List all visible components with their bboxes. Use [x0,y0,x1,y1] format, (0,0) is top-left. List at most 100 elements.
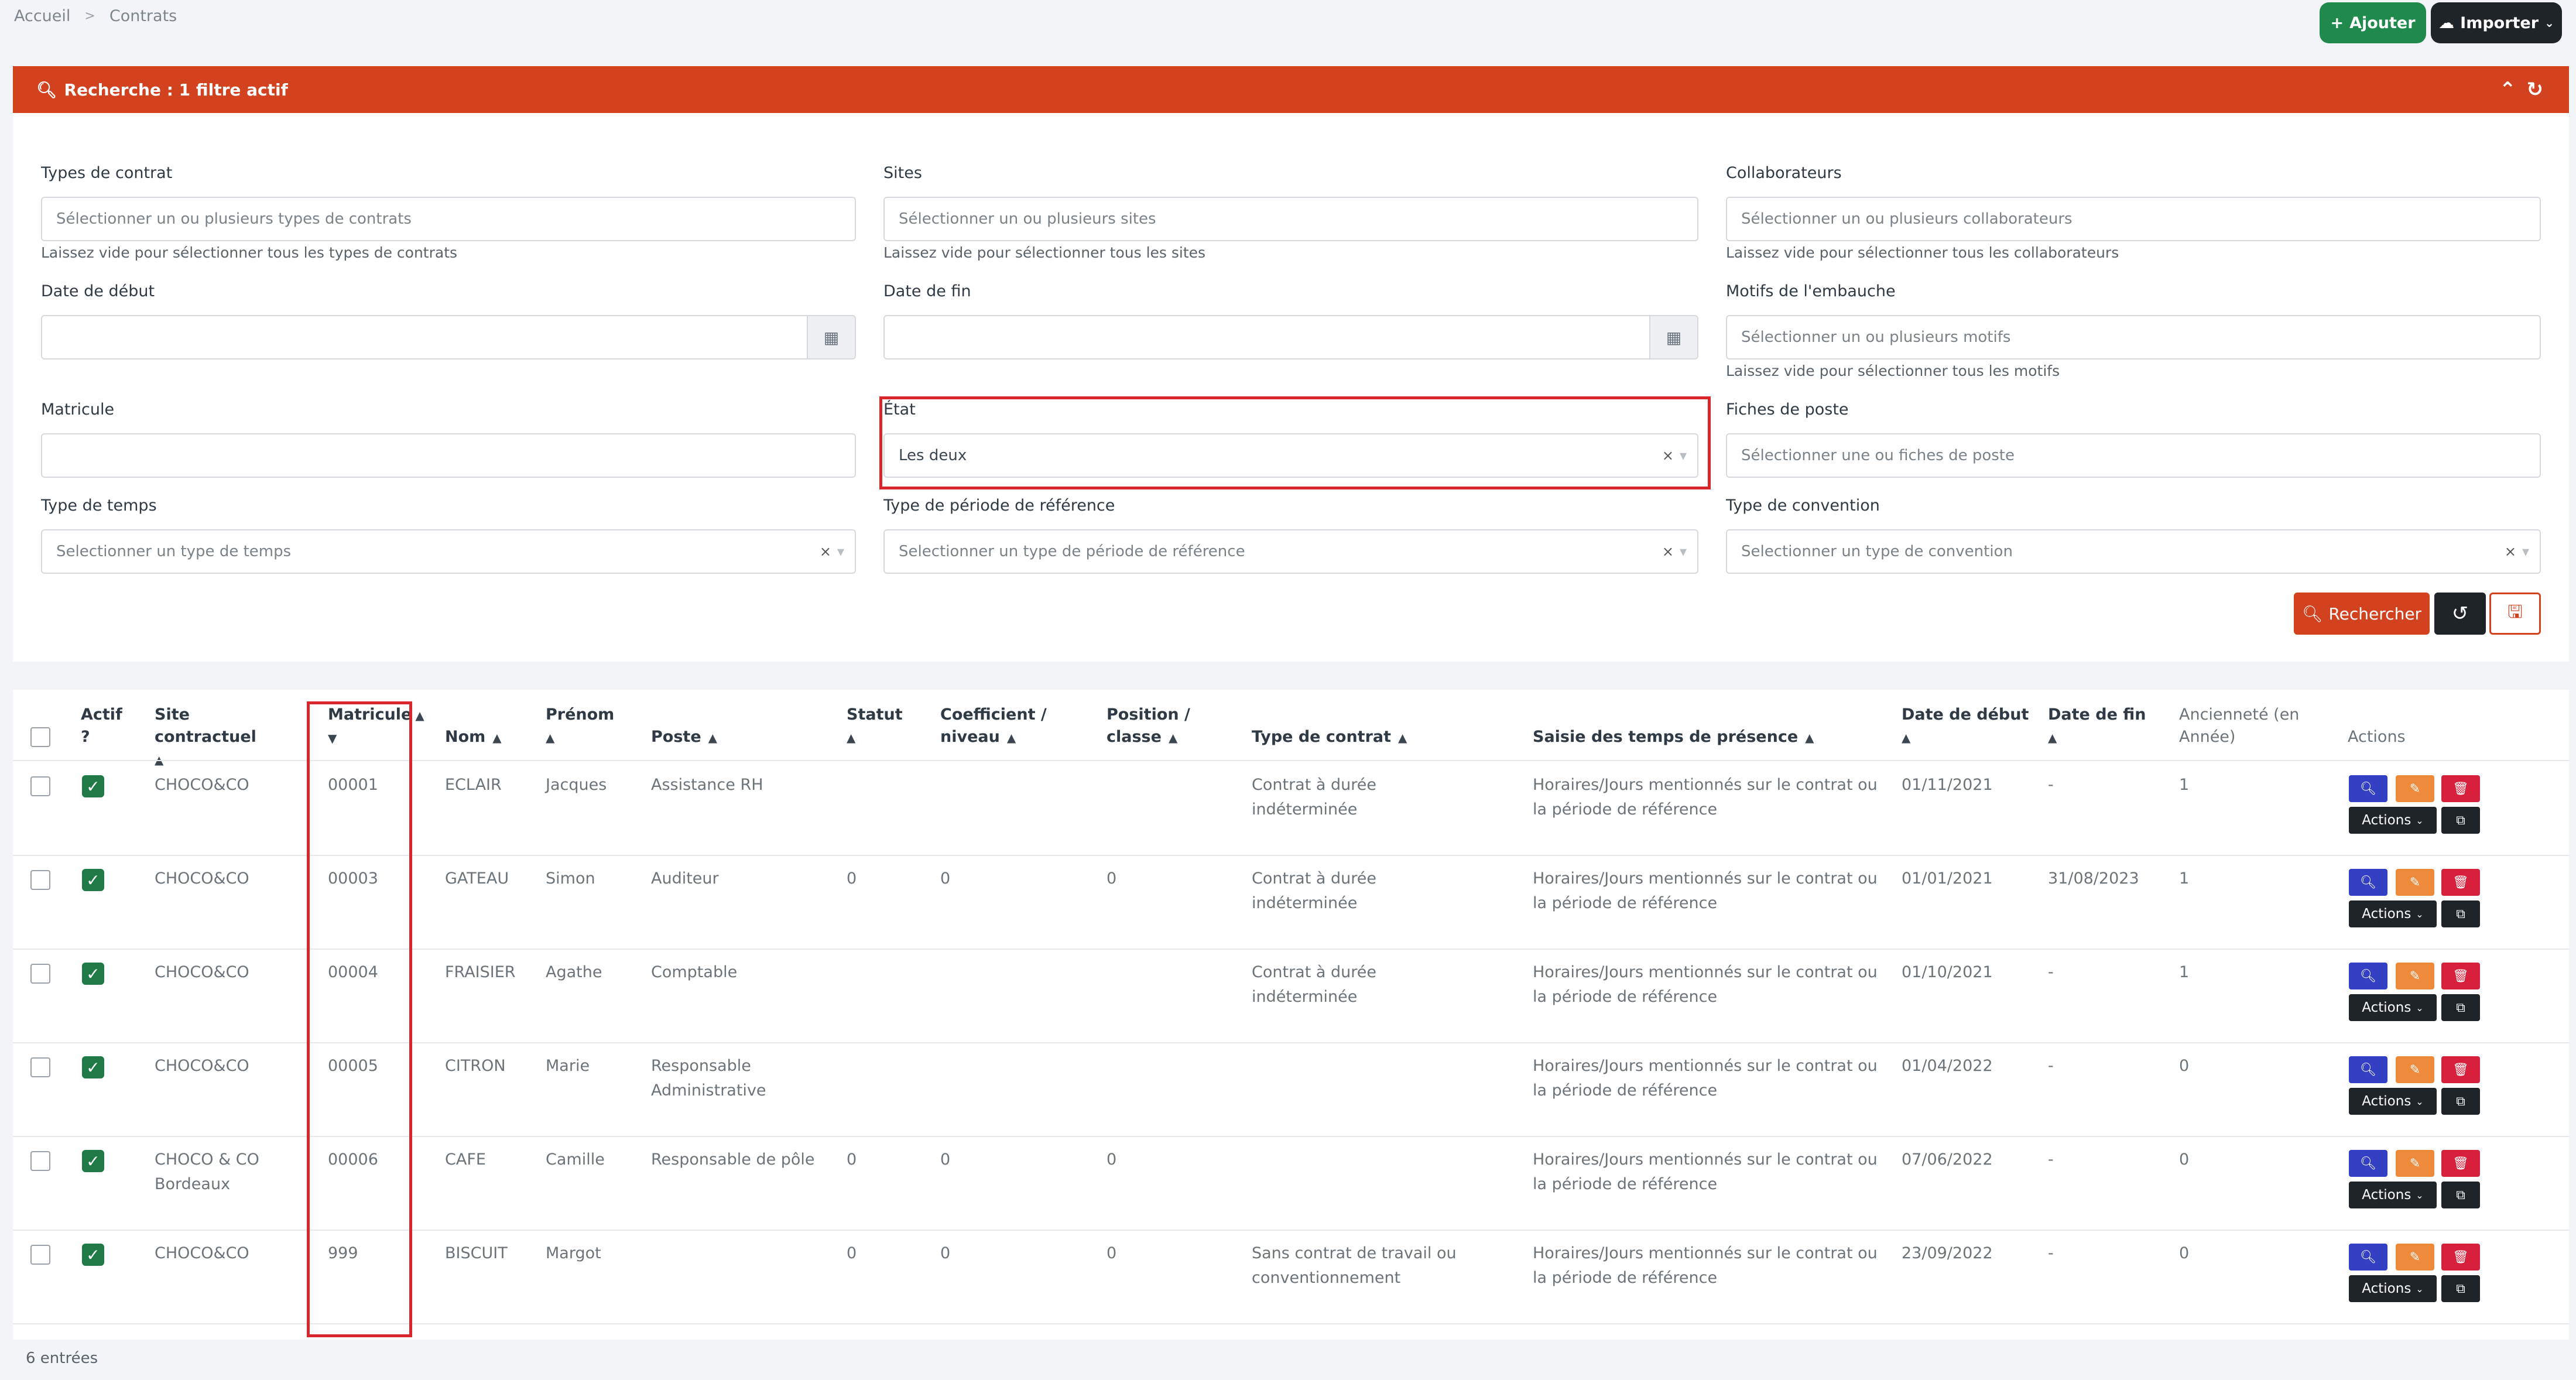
delete-button[interactable]: 🗑 [2441,869,2480,896]
duplicate-button[interactable]: ⧉ [2441,1088,2480,1115]
actions-dropdown-button[interactable]: Actions ⌄ [2349,994,2437,1021]
select-controls: × ▾ [1662,447,1687,464]
chevron-down-icon[interactable]: ▾ [2522,543,2529,560]
clear-icon[interactable]: × [1662,543,1674,560]
type-temps-select[interactable]: Selectionner un type de temps × ▾ [41,529,856,574]
import-button-label: Importer [2460,13,2539,32]
calendar-icon[interactable]: ▦ [1649,315,1698,359]
row-select-checkbox[interactable] [30,964,50,984]
actions-dropdown-button[interactable]: Actions ⌄ [2349,900,2437,927]
actif-checkbox[interactable]: ✓ [82,1244,104,1266]
cell-statut: 0 [847,1150,857,1169]
copy-icon: ⧉ [2456,1187,2465,1203]
date-fin-input[interactable] [883,315,1650,359]
motifs-select[interactable]: Sélectionner un ou plusieurs motifs [1726,315,2541,359]
actif-checkbox[interactable]: ✓ [82,1056,104,1078]
row-select-checkbox[interactable] [30,870,50,890]
trash-icon: 🗑 [2452,968,2469,984]
header-position[interactable]: Position / classe ▲ [1107,704,1206,749]
fiches-select[interactable]: Sélectionner une ou fiches de poste [1726,433,2541,478]
header-date-debut[interactable]: Date de début ▲ [1902,704,2029,749]
clear-icon[interactable]: × [820,543,831,560]
header-coef[interactable]: Coefficient / niveau ▲ [940,704,1057,749]
cell-date-fin: - [2048,1150,2054,1169]
header-poste[interactable]: Poste ▲ [651,726,717,749]
view-button[interactable]: 🔍︎ [2349,775,2387,802]
actions-dropdown-button[interactable]: Actions ⌄ [2349,807,2437,834]
delete-button[interactable]: 🗑 [2441,963,2480,989]
view-button[interactable]: 🔍︎ [2349,1244,2387,1271]
header-statut[interactable]: Statut ▲ [847,704,903,749]
duplicate-button[interactable]: ⧉ [2441,994,2480,1021]
collapse-icon[interactable]: ⌃ [2499,78,2516,101]
header-prenom[interactable]: Prénom ▲ [546,704,614,749]
type-periode-select[interactable]: Selectionner un type de période de référ… [883,529,1698,574]
save-filter-button[interactable]: 🖫 [2489,593,2541,635]
actif-checkbox[interactable]: ✓ [82,775,104,797]
type-temps-label: Type de temps [41,496,157,515]
cell-nom: GATEAU [445,869,509,888]
duplicate-button[interactable]: ⧉ [2441,807,2480,834]
actions-dropdown-label: Actions [2362,1281,2411,1296]
search-panel-header[interactable]: 🔍︎ Recherche : 1 filtre actif ⌃ ↻ [13,66,2569,113]
actions-dropdown-button[interactable]: Actions ⌄ [2349,1088,2437,1115]
delete-button[interactable]: 🗑 [2441,1056,2480,1083]
collaborateurs-select[interactable]: Sélectionner un ou plusieurs collaborate… [1726,197,2541,241]
type-convention-select[interactable]: Selectionner un type de convention × ▾ [1726,529,2541,574]
delete-button[interactable]: 🗑 [2441,1150,2480,1177]
header-date-fin[interactable]: Date de fin ▲ [2048,704,2146,749]
sites-select[interactable]: Sélectionner un ou plusieurs sites [883,197,1698,241]
reset-button[interactable]: ↺ [2434,593,2486,635]
chevron-down-icon[interactable]: ▾ [1680,543,1687,560]
etat-select[interactable]: Les deux × ▾ [883,433,1698,478]
clear-icon[interactable]: × [1662,447,1674,464]
breadcrumb-home[interactable]: Accueil [14,7,70,25]
edit-button[interactable]: ✎ [2396,1056,2434,1083]
delete-button[interactable]: 🗑 [2441,1244,2480,1271]
row-select-checkbox[interactable] [30,776,50,796]
actions-dropdown-button[interactable]: Actions ⌄ [2349,1275,2437,1302]
date-debut-input[interactable] [41,315,808,359]
chevron-down-icon[interactable]: ▾ [837,543,844,560]
duplicate-button[interactable]: ⧉ [2441,900,2480,927]
select-all-checkbox[interactable] [30,727,50,747]
cell-poste: Comptable [651,963,738,981]
view-button[interactable]: 🔍︎ [2349,963,2387,989]
header-nom[interactable]: Nom ▲ [445,726,502,749]
row-select-checkbox[interactable] [30,1057,50,1077]
header-saisie[interactable]: Saisie des temps de présence ▲ [1533,726,1814,749]
header-actif[interactable]: Actif ? [81,704,128,748]
cell-anciennete: 0 [2179,1244,2190,1262]
row-select-checkbox[interactable] [30,1245,50,1265]
cell-position: 0 [1107,1150,1117,1169]
edit-button[interactable]: ✎ [2396,1150,2434,1177]
actif-checkbox[interactable]: ✓ [82,869,104,891]
delete-button[interactable]: 🗑 [2441,775,2480,802]
actif-checkbox[interactable]: ✓ [82,1150,104,1172]
view-button[interactable]: 🔍︎ [2349,1056,2387,1083]
duplicate-button[interactable]: ⧉ [2441,1275,2480,1302]
cell-prenom: Marie [546,1057,590,1075]
edit-button[interactable]: ✎ [2396,869,2434,896]
cell-site: CHOCO&CO [155,963,249,981]
clear-icon[interactable]: × [2505,543,2516,560]
import-button[interactable]: ☁ Importer ⌄ [2431,2,2562,43]
edit-button[interactable]: ✎ [2396,775,2434,802]
row-select-checkbox[interactable] [30,1151,50,1171]
calendar-icon[interactable]: ▦ [807,315,856,359]
edit-button[interactable]: ✎ [2396,963,2434,989]
duplicate-button[interactable]: ⧉ [2441,1182,2480,1208]
matricule-input[interactable] [41,433,856,478]
actif-checkbox[interactable]: ✓ [82,963,104,985]
check-icon: ✓ [86,964,100,984]
header-type-contrat[interactable]: Type de contrat ▲ [1252,726,1407,749]
types-contrat-select[interactable]: Sélectionner un ou plusieurs types de co… [41,197,856,241]
refresh-icon[interactable]: ↻ [2527,78,2544,101]
chevron-down-icon[interactable]: ▾ [1680,447,1687,464]
edit-button[interactable]: ✎ [2396,1244,2434,1271]
add-button[interactable]: + Ajouter [2320,2,2426,43]
actions-dropdown-button[interactable]: Actions ⌄ [2349,1182,2437,1208]
view-button[interactable]: 🔍︎ [2349,1150,2387,1177]
view-button[interactable]: 🔍︎ [2349,869,2387,896]
search-button[interactable]: 🔍︎ Rechercher [2294,593,2430,635]
